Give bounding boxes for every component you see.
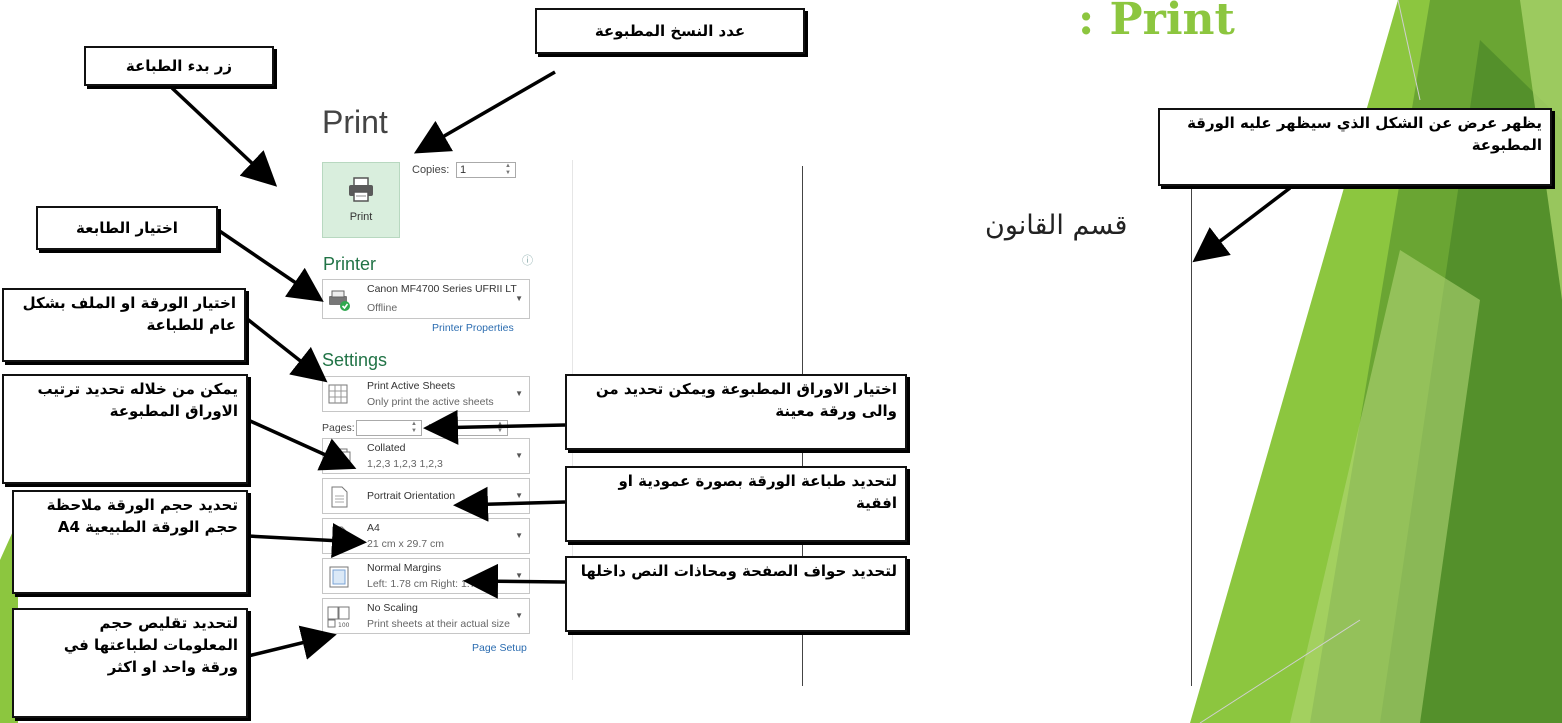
callout-preview: يظهر عرض عن الشكل الذي سيظهر عليه الورقة… xyxy=(1158,108,1552,186)
callout-choose-printer: اختيار الطابعة xyxy=(36,206,218,250)
callout-choose-sheet: اختيار الورقة او الملف بشكل عام للطباعة xyxy=(2,288,246,362)
callout-pages: اختيار الاوراق المطبوعة ويمكن تحديد من و… xyxy=(565,374,907,450)
callout-start-print: زر بدء الطباعة xyxy=(84,46,274,86)
callout-copies: عدد النسخ المطبوعة xyxy=(535,8,805,54)
callout-margins: لتحديد حواف الصفحة ومحاذات النص داخلها xyxy=(565,556,907,632)
callout-scaling: لتحديد تقليص حجم المعلومات لطباعتها في و… xyxy=(12,608,248,718)
callout-print-order: يمكن من خلاله تحديد ترتيب الاوراق المطبو… xyxy=(2,374,248,484)
callout-paper-size: تحديد حجم الورقة ملاحظة حجم الورقة الطبي… xyxy=(12,490,248,594)
callout-orientation: لتحديد طباعة الورقة بصورة عمودية او افقي… xyxy=(565,466,907,542)
